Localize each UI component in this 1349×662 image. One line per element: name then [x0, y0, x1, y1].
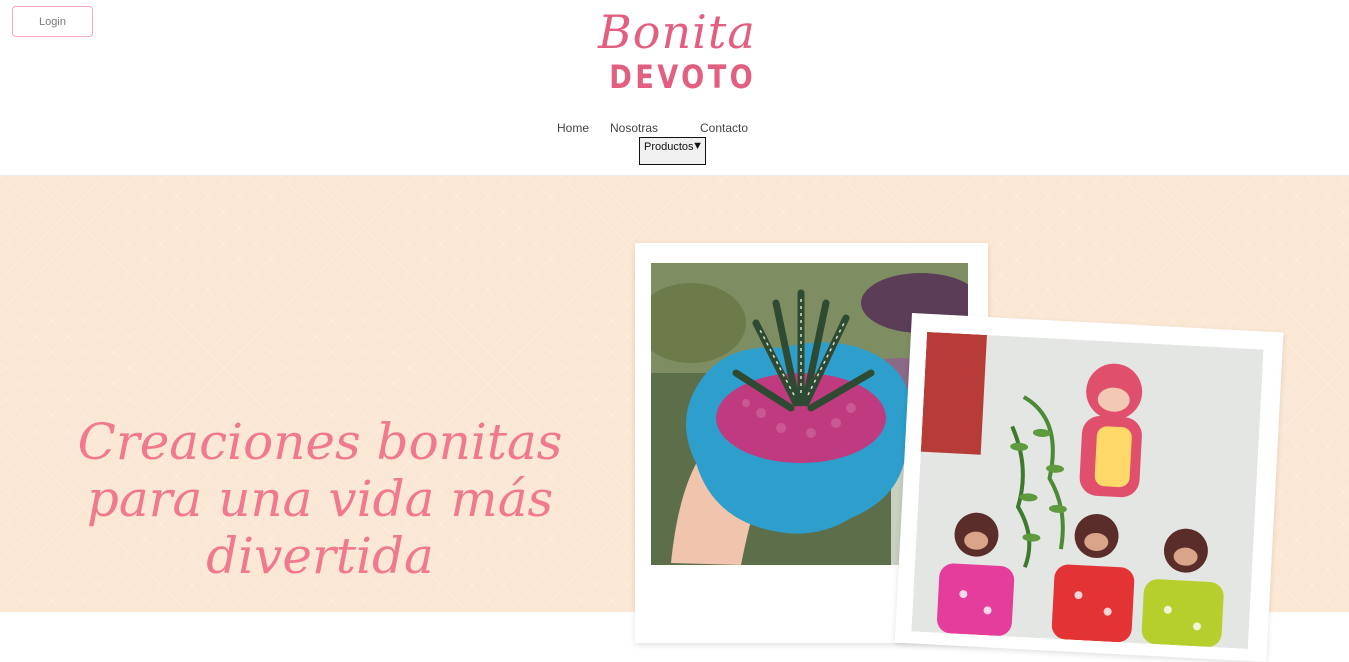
logo-script-text: Bonita	[598, 5, 756, 59]
brand-logo[interactable]: Bonita DEVOTO	[598, 4, 757, 102]
hero-tagline: Creaciones bonitas para una vida más div…	[60, 414, 580, 585]
login-button[interactable]: Login	[12, 6, 93, 37]
nav-contacto[interactable]: Contacto	[700, 121, 748, 135]
productos-dropdown[interactable]: Productos ▼	[639, 137, 706, 165]
logo-block-text: DEVOTO	[609, 58, 757, 96]
tagline-line: Creaciones bonitas	[77, 413, 563, 471]
tagline-line: para una vida más	[86, 470, 554, 528]
polaroid-photo-monkeys	[894, 313, 1284, 662]
tagline-line: divertida	[206, 527, 434, 585]
monkey-planters-photo	[911, 331, 1264, 650]
site-header: Login Bonita DEVOTO Home Nosotras Contac…	[0, 0, 1349, 176]
productos-dropdown-label: Productos	[644, 141, 694, 153]
nav-home[interactable]: Home	[557, 121, 589, 135]
nav-nosotras[interactable]: Nosotras	[610, 121, 658, 135]
caret-down-icon: ▼	[692, 140, 703, 152]
